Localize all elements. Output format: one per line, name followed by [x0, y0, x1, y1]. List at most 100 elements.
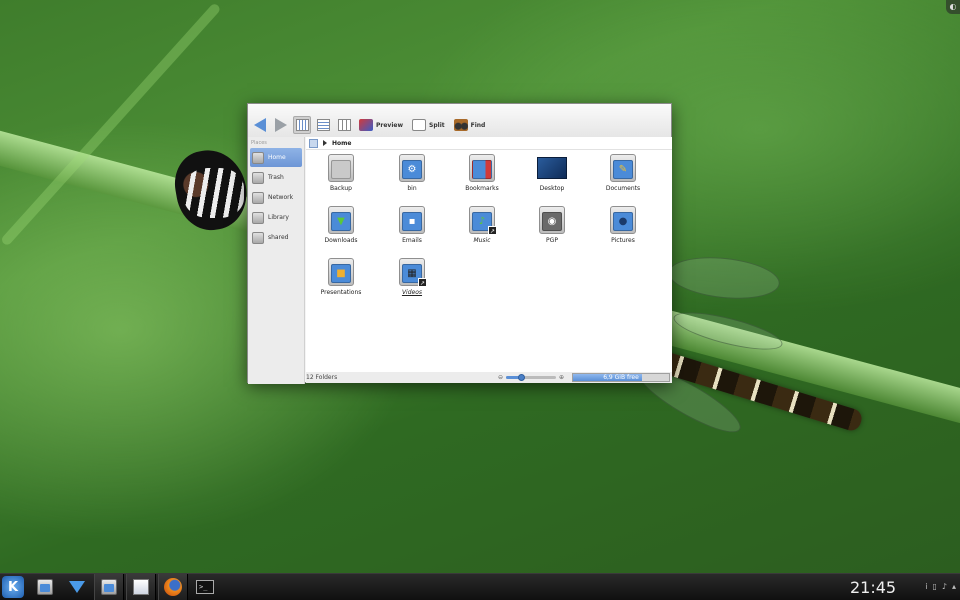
place-label: shared — [268, 234, 289, 241]
file-item-desktop[interactable]: Desktop — [522, 154, 582, 202]
task-firefox[interactable] — [158, 573, 188, 600]
pgp-folder-icon: ◉ — [539, 206, 565, 234]
file-item-documents[interactable]: ✎ Documents — [593, 154, 653, 202]
root-folder-icon[interactable] — [309, 138, 318, 148]
document-icon — [133, 579, 149, 595]
mail-icon: ▪ — [408, 216, 416, 227]
kde-launcher-icon[interactable]: K — [2, 576, 24, 598]
split-label: Split — [429, 121, 445, 129]
videos-folder-icon: ▦ ↗ — [399, 258, 427, 287]
clock[interactable]: 21:45 — [850, 578, 896, 597]
place-home[interactable]: Home — [250, 148, 302, 167]
file-label: Videos — [401, 289, 423, 296]
folder-count: 12 Folders — [306, 374, 338, 381]
file-view: Home Backup ⚙ bin Bookmarks Desktop ✎ Do… — [306, 137, 672, 372]
slides-icon: ■ — [336, 268, 346, 279]
task-downloads[interactable] — [62, 574, 92, 600]
back-button[interactable] — [251, 116, 269, 134]
split-button[interactable]: Split — [409, 116, 448, 134]
firefox-icon — [164, 578, 182, 596]
preview-button[interactable]: Preview — [356, 116, 406, 134]
find-label: Find — [470, 121, 486, 129]
file-label: bin — [407, 185, 417, 192]
download-arrow-icon: ▼ — [337, 216, 345, 227]
columns-view-button[interactable] — [335, 116, 353, 134]
file-item-bookmarks[interactable]: Bookmarks — [452, 154, 512, 202]
lens-icon: ● — [618, 216, 628, 227]
file-item-bin[interactable]: ⚙ bin — [382, 154, 442, 202]
volume-icon[interactable]: ♪ — [942, 582, 947, 591]
file-label: Downloads — [324, 237, 358, 244]
info-icon[interactable]: ⅰ — [925, 582, 927, 591]
plasma-cashew-icon[interactable]: ◐ — [946, 0, 960, 14]
binoculars-icon — [453, 119, 468, 131]
columns-view-icon — [337, 119, 351, 131]
task-file-manager[interactable] — [30, 574, 60, 600]
clipboard-icon[interactable]: ▯ — [932, 582, 936, 591]
place-label: Home — [268, 154, 286, 161]
task-terminal[interactable]: >_ — [190, 574, 220, 600]
trash-icon — [252, 171, 264, 184]
file-label: Emails — [402, 237, 422, 244]
drive-icon — [252, 211, 264, 224]
file-item-downloads[interactable]: ▼ Downloads — [311, 206, 371, 254]
place-shared[interactable]: shared — [250, 228, 302, 247]
downloads-folder-icon: ▼ — [328, 206, 354, 234]
documents-folder-icon: ✎ — [610, 154, 636, 182]
file-item-pgp[interactable]: ◉ PGP — [522, 206, 582, 254]
find-button[interactable]: Find — [451, 116, 489, 134]
file-item-music[interactable]: ♪ ↗ Music — [452, 206, 512, 254]
zoom-handle[interactable] — [518, 374, 526, 381]
music-folder-icon: ♪ ↗ — [469, 206, 497, 235]
back-arrow-icon — [254, 118, 266, 132]
breadcrumb-home[interactable]: Home — [332, 140, 351, 147]
drive-icon — [252, 231, 264, 244]
place-trash[interactable]: Trash — [250, 168, 302, 187]
file-label: Desktop — [539, 185, 565, 192]
gear-icon: ⚙ — [407, 164, 417, 175]
details-view-button[interactable] — [314, 116, 332, 134]
icons-view-icon — [295, 119, 309, 131]
place-label: Network — [268, 194, 294, 201]
folder-icon — [37, 579, 53, 595]
symlink-badge-icon: ↗ — [418, 278, 427, 287]
download-icon — [69, 581, 85, 593]
file-item-videos[interactable]: ▦ ↗ Videos — [382, 258, 442, 306]
breadcrumb-arrow-icon[interactable] — [323, 140, 327, 146]
zoom-out-icon[interactable]: ⊖ — [498, 374, 503, 381]
file-label: Backup — [330, 185, 352, 192]
details-view-icon — [316, 119, 330, 131]
file-item-emails[interactable]: ▪ Emails — [382, 206, 442, 254]
file-label: Documents — [605, 185, 641, 192]
icons-view-button[interactable] — [293, 116, 311, 134]
desktop-folder-icon — [537, 157, 567, 179]
network-icon — [252, 191, 264, 204]
free-space-bar[interactable]: 6,9 GiB free — [572, 373, 670, 382]
zoom-slider[interactable]: ⊖ ⊕ — [498, 374, 564, 381]
task-file-manager-window[interactable] — [94, 573, 124, 600]
forward-button[interactable] — [272, 116, 290, 134]
task-document[interactable] — [126, 573, 156, 600]
zoom-in-icon[interactable]: ⊕ — [559, 374, 564, 381]
folder-icon — [101, 579, 117, 595]
file-label: Pictures — [611, 237, 635, 244]
forward-arrow-icon — [275, 118, 287, 132]
tray-expand-icon[interactable]: ▴ — [952, 582, 956, 591]
file-item-presentations[interactable]: ■ Presentations — [311, 258, 371, 306]
preview-label: Preview — [376, 121, 404, 129]
wallpaper-wing — [666, 252, 782, 304]
file-item-pictures[interactable]: ● Pictures — [593, 206, 653, 254]
status-bar: 12 Folders ⊖ ⊕ 6,9 GiB free — [306, 372, 672, 383]
zoom-track[interactable] — [506, 374, 557, 381]
file-label: Presentations — [320, 289, 362, 296]
place-label: Library — [268, 214, 289, 221]
wallpaper-dragonfly-stripes — [184, 168, 244, 218]
split-icon — [412, 119, 427, 131]
place-library[interactable]: Library — [250, 208, 302, 227]
file-item-backup[interactable]: Backup — [311, 154, 371, 202]
terminal-icon: >_ — [196, 580, 214, 594]
place-network[interactable]: Network — [250, 188, 302, 207]
emails-folder-icon: ▪ — [399, 206, 425, 234]
file-manager-window: Preview Split Find Places Home Trash Net… — [247, 103, 672, 384]
bin-folder-icon: ⚙ — [399, 154, 425, 182]
